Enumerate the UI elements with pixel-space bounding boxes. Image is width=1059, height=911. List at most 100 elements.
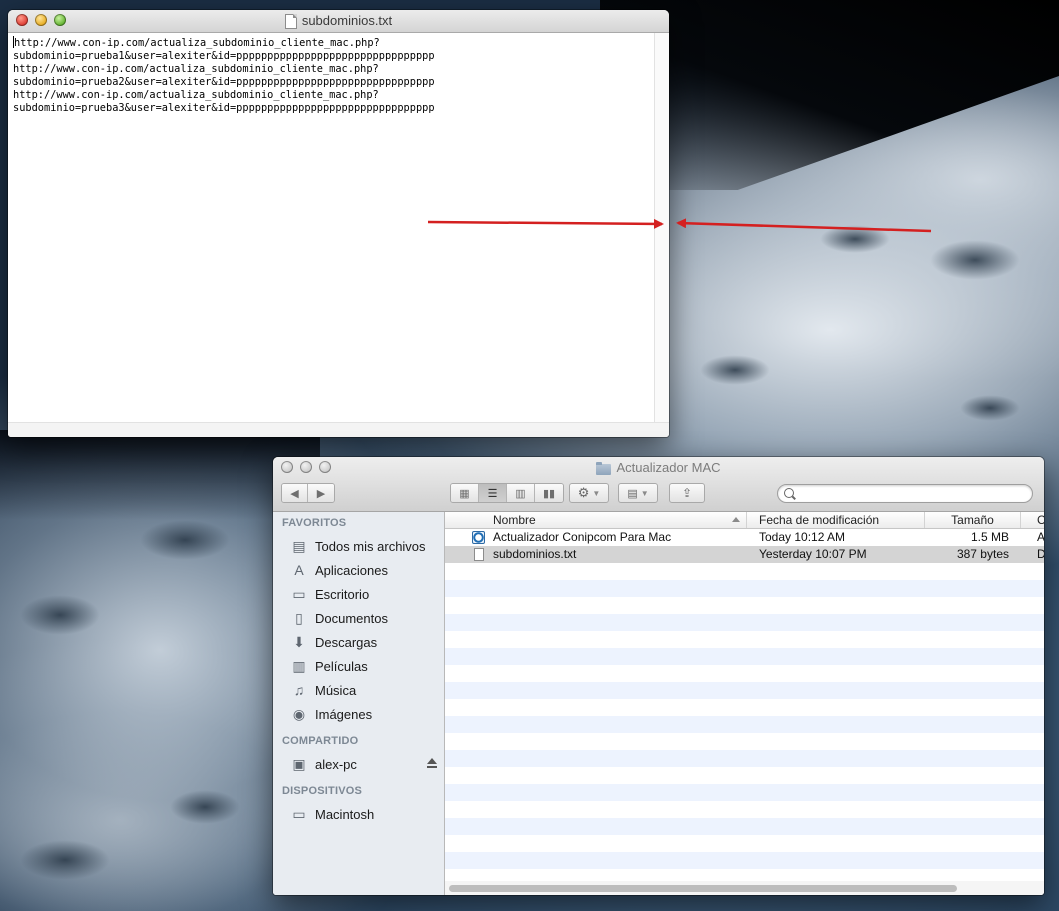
column-header-size[interactable]: Tamaño — [925, 512, 1021, 528]
eject-icon[interactable] — [427, 758, 437, 768]
sidebar-item-label: Macintosh — [315, 806, 375, 822]
forward-button[interactable]: ▶ — [308, 484, 334, 502]
cloud-shadow — [960, 395, 1020, 421]
column-header-name[interactable]: Nombre — [445, 512, 747, 528]
coverflow-view-button[interactable]: ▮▮ — [535, 484, 563, 502]
text-line: subdominio=prueba1&user=alexiter&id=pppp… — [13, 50, 435, 62]
search-input[interactable] — [798, 486, 1022, 502]
sidebar-item-label: Música — [315, 682, 357, 698]
scrollbar-thumb[interactable] — [449, 885, 957, 892]
textedit-window[interactable]: subdominios.txt http://www.con-ip.com/ac… — [8, 10, 669, 437]
text-line: http://www.con-ip.com/actualiza_subdomin… — [13, 63, 379, 75]
finder-toolbar: ◀ ▶ ▦ ☰ ▥ ▮▮ ⚙ ▼ ▤ ▼ ⇪ — [273, 479, 1044, 512]
sidebar-item-aplicaciones[interactable]: A Aplicaciones — [273, 558, 444, 582]
column-view-icon: ▥ — [515, 487, 526, 500]
sidebar-item-alex-pc[interactable]: ▣ alex-pc — [273, 752, 444, 776]
search-icon — [784, 488, 794, 498]
action-button[interactable]: ⚙ ▼ — [569, 483, 609, 503]
file-list: Nombre Fecha de modificación Tamaño C Ac… — [445, 512, 1044, 895]
forward-arrow-icon: ▶ — [316, 487, 326, 500]
desktop-icon: ▭ — [292, 585, 306, 602]
sidebar-item-macintosh[interactable]: ▭ Macintosh — [273, 802, 444, 826]
arrange-button[interactable]: ▤ ▼ — [618, 483, 658, 503]
share-icon: ⇪ — [681, 486, 693, 500]
file-size: 1.5 MB — [970, 530, 1009, 544]
vertical-scrollbar[interactable] — [654, 33, 669, 423]
file-name: subdominios.txt — [493, 547, 577, 561]
space-region-lower — [0, 430, 320, 520]
back-arrow-icon: ◀ — [290, 487, 299, 500]
icon-view-button[interactable]: ▦ — [451, 484, 479, 502]
text-line: subdominio=prueba3&user=alexiter&id=pppp… — [13, 102, 435, 114]
document-icon — [284, 13, 297, 29]
sidebar-item-musica[interactable]: ♫ Música — [273, 678, 444, 702]
sidebar-item-imagenes[interactable]: ◉ Imágenes — [273, 702, 444, 726]
cloud-shadow — [820, 225, 890, 253]
column-header-label: Fecha de modificación — [759, 513, 880, 527]
file-size: 387 bytes — [956, 547, 1009, 561]
text-file-icon — [474, 548, 484, 561]
sidebar-item-peliculas[interactable]: ▥ Películas — [273, 654, 444, 678]
horizontal-scrollbar[interactable] — [445, 881, 1044, 895]
list-view-button[interactable]: ☰ — [479, 484, 507, 502]
applications-icon: A — [294, 562, 304, 578]
pictures-icon: ◉ — [292, 705, 306, 722]
zoom-button[interactable] — [54, 14, 66, 26]
cloud-shadow — [170, 790, 240, 824]
finder-titlebar[interactable]: Actualizador MAC — [273, 457, 1044, 479]
list-view-icon: ☰ — [487, 487, 498, 500]
app-icon — [472, 531, 485, 544]
sidebar-item-documentos[interactable]: ▯ Documentos — [273, 606, 444, 630]
gear-icon: ⚙ — [577, 485, 590, 500]
sidebar-section-compartido: COMPARTIDO — [282, 735, 359, 747]
sidebar-item-descargas[interactable]: ⬇ Descargas — [273, 630, 444, 654]
close-button[interactable] — [281, 461, 293, 473]
back-forward-group: ◀ ▶ — [281, 483, 335, 503]
file-rows: Actualizador Conipcom Para Mac Today 10:… — [445, 529, 1044, 881]
table-row[interactable]: Actualizador Conipcom Para Mac Today 10:… — [445, 529, 1044, 546]
sidebar-item-label: Escritorio — [315, 586, 370, 602]
column-header-label: Nombre — [493, 513, 536, 527]
chevron-down-icon: ▼ — [592, 488, 601, 498]
icon-view-icon: ▦ — [459, 487, 470, 500]
finder-window[interactable]: Actualizador MAC ◀ ▶ ▦ ☰ ▥ ▮▮ ⚙ ▼ ▤ ▼ ⇪ — [273, 457, 1044, 895]
textedit-titlebar[interactable]: subdominios.txt — [8, 10, 669, 33]
window-title: subdominios.txt — [301, 13, 393, 28]
cloud-shadow — [700, 355, 770, 385]
file-name: Actualizador Conipcom Para Mac — [493, 530, 672, 544]
share-button[interactable]: ⇪ — [669, 483, 705, 503]
column-view-button[interactable]: ▥ — [507, 484, 535, 502]
column-header-kind[interactable]: C — [1021, 512, 1044, 528]
sidebar-item-escritorio[interactable]: ▭ Escritorio — [273, 582, 444, 606]
minimize-button[interactable] — [300, 461, 312, 473]
table-row[interactable]: subdominios.txt Yesterday 10:07 PM 387 b… — [445, 546, 1044, 563]
sidebar-section-favoritos: FAVORITOS — [282, 517, 347, 529]
sidebar-item-label: Imágenes — [315, 706, 373, 722]
window-title: Actualizador MAC — [616, 460, 721, 475]
search-field[interactable] — [777, 484, 1033, 503]
zoom-button[interactable] — [319, 461, 331, 473]
text-editor-area[interactable]: http://www.con-ip.com/actualiza_subdomin… — [8, 33, 655, 423]
view-mode-group: ▦ ☰ ▥ ▮▮ — [450, 483, 564, 503]
close-button[interactable] — [16, 14, 28, 26]
network-computer-icon: ▣ — [292, 755, 306, 772]
column-header-label: C — [1037, 513, 1044, 527]
sidebar-item-label: alex-pc — [315, 756, 357, 772]
hard-disk-icon: ▭ — [292, 805, 306, 822]
sidebar-item-todos-mis-archivos[interactable]: ▤ Todos mis archivos — [273, 534, 444, 558]
sort-ascending-icon — [732, 517, 740, 522]
sidebar-item-label: Descargas — [315, 634, 378, 650]
horizontal-scrollbar[interactable] — [8, 422, 669, 437]
minimize-button[interactable] — [35, 14, 47, 26]
column-header-date[interactable]: Fecha de modificación — [747, 512, 925, 528]
text-line: http://www.con-ip.com/actualiza_subdomin… — [13, 89, 379, 101]
sidebar-item-label: Todos mis archivos — [315, 538, 426, 554]
documents-icon: ▯ — [295, 609, 303, 626]
window-controls — [281, 461, 331, 473]
file-kind: A — [1037, 530, 1044, 544]
movies-icon: ▥ — [292, 657, 306, 674]
back-button[interactable]: ◀ — [282, 484, 308, 502]
all-files-icon: ▤ — [292, 537, 306, 554]
text-line: subdominio=prueba2&user=alexiter&id=pppp… — [13, 76, 435, 88]
sidebar-item-label: Películas — [315, 658, 368, 674]
